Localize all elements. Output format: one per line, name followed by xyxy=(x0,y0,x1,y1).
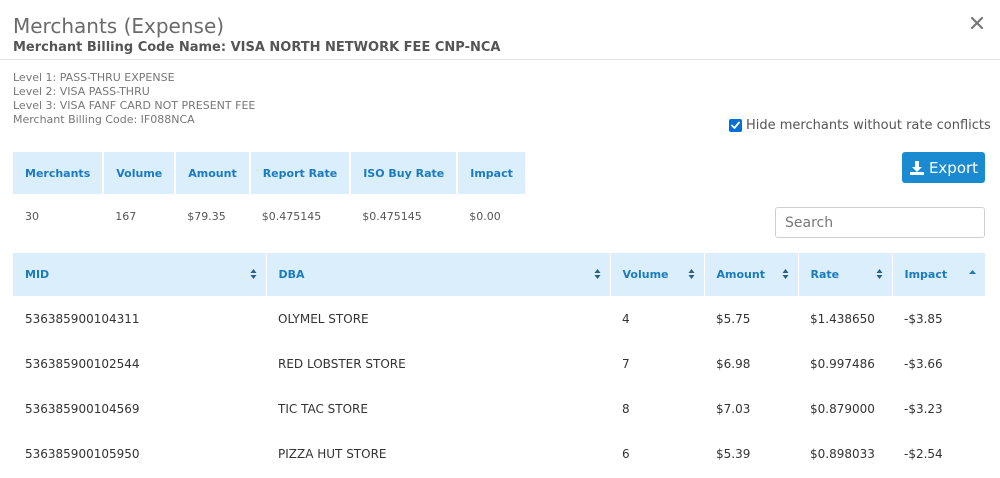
search-input[interactable] xyxy=(775,207,985,238)
summary-report-rate: $0.475145 xyxy=(261,209,322,223)
column-header-dba[interactable]: DBA xyxy=(266,253,611,296)
column-header-label: Amount xyxy=(716,268,765,281)
cell-impact: -$3.66 xyxy=(904,356,943,371)
cell-dba: TIC TAC STORE xyxy=(278,401,368,416)
cell-impact: -$3.23 xyxy=(904,401,943,416)
summary-iso-buy-rate: $0.475145 xyxy=(362,209,422,223)
hide-merchants-label: Hide merchants without rate conflicts xyxy=(746,118,991,133)
column-header-mid[interactable]: MID xyxy=(13,253,267,296)
column-header-rate[interactable]: Rate xyxy=(798,253,893,296)
cell-volume: 4 xyxy=(622,311,630,326)
table-row[interactable]: 536385900102544 RED LOBSTER STORE 7 $6.9… xyxy=(13,341,985,386)
summary-header-report-rate: Report Rate xyxy=(249,152,352,194)
summary-amount: $79.35 xyxy=(187,209,226,223)
summary-impact: $0.00 xyxy=(469,209,501,223)
close-icon xyxy=(970,16,984,30)
billing-code-text: Merchant Billing Code: IF088NCA xyxy=(13,113,195,126)
table-row[interactable]: 536385900104311 OLYMEL STORE 4 $5.75 $1.… xyxy=(13,296,985,341)
hide-merchants-toggle[interactable]: Hide merchants without rate conflicts xyxy=(729,118,991,133)
cell-volume: 8 xyxy=(622,401,630,416)
table-row[interactable]: 536385900105950 PIZZA HUT STORE 6 $5.39 … xyxy=(13,431,985,476)
cell-mid: 536385900102544 xyxy=(25,356,140,371)
sort-icon xyxy=(876,269,882,279)
level-info: Level 1: PASS-THRU EXPENSE Level 2: VISA… xyxy=(13,71,255,127)
cell-mid: 536385900104569 xyxy=(25,401,140,416)
summary-row: 30 167 $79.35 $0.475145 $0.475145 $0.00 xyxy=(13,194,525,238)
sort-icon xyxy=(688,269,694,279)
column-header-amount[interactable]: Amount xyxy=(704,253,799,296)
column-header-volume[interactable]: Volume xyxy=(610,253,705,296)
cell-dba: OLYMEL STORE xyxy=(278,311,369,326)
cell-impact: -$2.54 xyxy=(904,446,943,461)
level-1-text: Level 1: PASS-THRU EXPENSE xyxy=(13,71,175,84)
cell-mid: 536385900104311 xyxy=(25,311,140,326)
cell-volume: 6 xyxy=(622,446,630,461)
column-header-label: Volume xyxy=(622,268,669,281)
checkmark-icon xyxy=(731,121,740,129)
summary-header-impact: Impact xyxy=(457,152,525,194)
column-header-label: Rate xyxy=(810,268,840,281)
column-header-label: DBA xyxy=(278,268,305,281)
close-button[interactable] xyxy=(968,14,986,32)
cell-amount: $7.03 xyxy=(716,401,751,416)
column-header-impact[interactable]: Impact xyxy=(892,253,985,296)
cell-amount: $5.75 xyxy=(716,311,751,326)
cell-volume: 7 xyxy=(622,356,630,371)
modal-title: Merchants (Expense) xyxy=(13,14,225,38)
summary-header-amount: Amount xyxy=(175,152,251,194)
level-3-text: Level 3: VISA FANF CARD NOT PRESENT FEE xyxy=(13,99,256,112)
cell-rate: $0.997486 xyxy=(810,356,875,371)
download-icon xyxy=(909,160,925,176)
sort-icon xyxy=(250,269,256,279)
cell-dba: PIZZA HUT STORE xyxy=(278,446,387,461)
cell-rate: $1.438650 xyxy=(810,311,875,326)
cell-amount: $5.39 xyxy=(716,446,751,461)
cell-rate: $0.898033 xyxy=(810,446,875,461)
sort-icon xyxy=(594,269,600,279)
cell-amount: $6.98 xyxy=(716,356,751,371)
summary-header-volume: Volume xyxy=(103,152,177,194)
sort-ascending-icon xyxy=(969,270,976,274)
summary-header-merchants: Merchants xyxy=(13,152,105,194)
hide-merchants-checkbox[interactable] xyxy=(729,119,742,132)
summary-merchants: 30 xyxy=(25,209,39,223)
export-button[interactable]: Export xyxy=(902,152,985,183)
table-row[interactable]: 536385900104569 TIC TAC STORE 8 $7.03 $0… xyxy=(13,386,985,431)
cell-impact: -$3.85 xyxy=(904,311,943,326)
export-label: Export xyxy=(928,158,979,177)
cell-rate: $0.879000 xyxy=(810,401,875,416)
modal-subtitle: Merchant Billing Code Name: VISA NORTH N… xyxy=(13,40,501,55)
column-header-label: MID xyxy=(25,268,50,281)
column-header-label: Impact xyxy=(904,268,948,281)
modal-header: Merchants (Expense) Merchant Billing Cod… xyxy=(0,0,1000,60)
level-2-text: Level 2: VISA PASS-THRU xyxy=(13,85,150,98)
cell-dba: RED LOBSTER STORE xyxy=(278,356,406,371)
sort-icon xyxy=(782,269,788,279)
cell-mid: 536385900105950 xyxy=(25,446,140,461)
summary-table: Merchants Volume Amount Report Rate ISO … xyxy=(13,152,525,238)
merchants-table: MID DBA Volume Amount Rate Impact 536385… xyxy=(13,253,985,476)
summary-header-iso-buy-rate: ISO Buy Rate xyxy=(350,152,459,194)
summary-volume: 167 xyxy=(115,209,137,223)
